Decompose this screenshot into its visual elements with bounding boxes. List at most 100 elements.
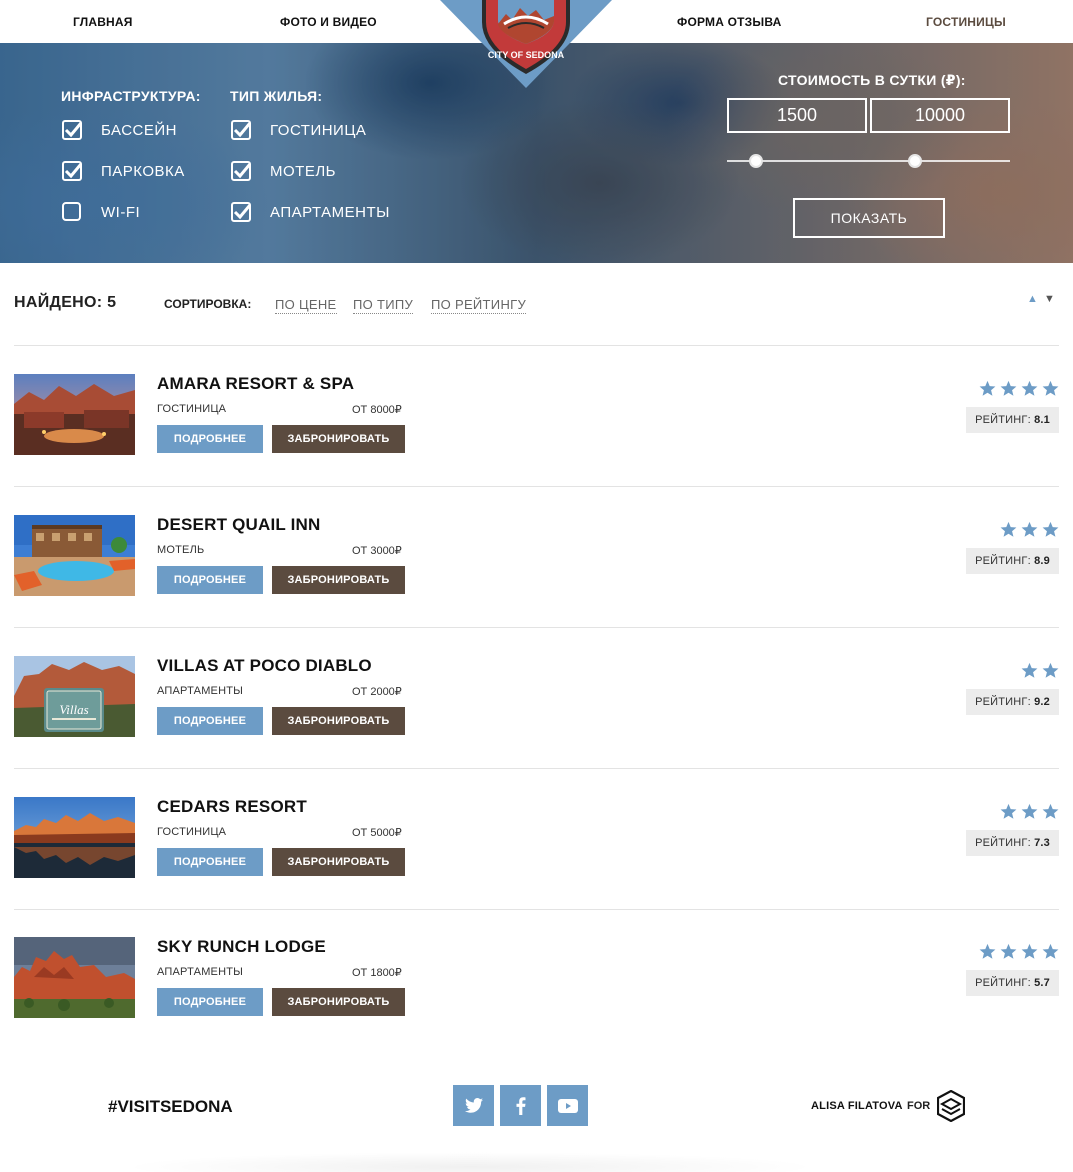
show-button[interactable]: ПОКАЗАТЬ xyxy=(793,198,945,238)
price-range-slider[interactable] xyxy=(727,160,1010,162)
details-button[interactable]: ПОДРОБНЕЕ xyxy=(157,988,263,1016)
divider xyxy=(14,627,1059,628)
nav-hotels-link[interactable]: ГОСТИНИЦЫ xyxy=(926,15,1006,29)
star-icon xyxy=(1042,521,1059,537)
sort-descending-icon[interactable]: ▼ xyxy=(1044,293,1055,305)
hotel-price: ОТ 3000₽ xyxy=(352,545,402,557)
filter-wifi-option[interactable]: WI-FI xyxy=(62,202,140,222)
twitter-icon xyxy=(464,1098,483,1113)
hotel-type: АПАРТАМЕНТЫ xyxy=(157,685,244,697)
star-rating xyxy=(1000,521,1059,538)
filter-pool-label: БАССЕЙН xyxy=(101,121,177,139)
hotel-name[interactable]: AMARA RESORT & SPA xyxy=(157,374,354,394)
book-button[interactable]: ЗАБРОНИРОВАТЬ xyxy=(272,707,405,735)
hotel-row: SKY RUNCH LODGE АПАРТАМЕНТЫ ОТ 1800₽ ПОД… xyxy=(14,937,1059,1019)
star-rating xyxy=(1000,803,1059,820)
facebook-icon xyxy=(516,1096,525,1115)
star-icon xyxy=(979,943,996,959)
filter-wifi-label: WI-FI xyxy=(101,203,141,221)
star-icon xyxy=(1000,521,1017,537)
divider xyxy=(14,486,1059,487)
star-icon xyxy=(1042,380,1059,396)
star-icon xyxy=(1042,943,1059,959)
hotel-row: CEDARS RESORT ГОСТИНИЦА ОТ 5000₽ ПОДРОБН… xyxy=(14,797,1059,879)
hotel-photo[interactable]: Villas xyxy=(14,656,135,737)
hotel-photo[interactable] xyxy=(14,797,135,878)
rating-label: РЕЙТИНГ: xyxy=(975,977,1031,989)
hotel-type: МОТЕЛЬ xyxy=(157,544,205,556)
hotel-row: DESERT QUAIL INN МОТЕЛЬ ОТ 3000₽ ПОДРОБН… xyxy=(14,515,1059,597)
rating-label: РЕЙТИНГ: xyxy=(975,555,1031,567)
nav-feedback-link[interactable]: ФОРМА ОТЗЫВА xyxy=(677,15,781,29)
sort-by-type-link[interactable]: ПО ТИПУ xyxy=(353,297,414,314)
rating-badge: РЕЙТИНГ: 9.2 xyxy=(966,689,1059,715)
rating-label: РЕЙТИНГ: xyxy=(975,696,1031,708)
hotel-name[interactable]: VILLAS AT POCO DIABLO xyxy=(157,656,372,676)
logo-text: CITY OF SEDONA xyxy=(488,50,565,60)
author-for-label: FOR xyxy=(907,1100,931,1112)
details-button[interactable]: ПОДРОБНЕЕ xyxy=(157,566,263,594)
sort-by-price-link[interactable]: ПО ЦЕНЕ xyxy=(275,297,337,314)
twitter-button[interactable] xyxy=(453,1085,494,1126)
star-icon xyxy=(979,380,996,396)
filter-apartments-option[interactable]: АПАРТАМЕНТЫ xyxy=(231,202,390,222)
hotel-name[interactable]: SKY RUNCH LODGE xyxy=(157,937,326,957)
book-button[interactable]: ЗАБРОНИРОВАТЬ xyxy=(272,988,405,1016)
rating-label: РЕЙТИНГ: xyxy=(975,414,1031,426)
hotel-price: ОТ 2000₽ xyxy=(352,686,402,698)
rating-label: РЕЙТИНГ: xyxy=(975,837,1031,849)
star-icon xyxy=(1042,662,1059,678)
checkbox-unchecked-icon[interactable] xyxy=(62,202,82,222)
star-icon xyxy=(1000,380,1017,396)
checkbox-checked-icon[interactable] xyxy=(62,161,82,181)
hotel-photo[interactable] xyxy=(14,374,135,455)
details-button[interactable]: ПОДРОБНЕЕ xyxy=(157,707,263,735)
details-button[interactable]: ПОДРОБНЕЕ xyxy=(157,425,263,453)
facebook-button[interactable] xyxy=(500,1085,541,1126)
hotel-type: АПАРТАМЕНТЫ xyxy=(157,966,244,978)
checkbox-checked-icon[interactable] xyxy=(62,120,82,140)
price-min-input[interactable] xyxy=(727,98,867,133)
price-max-handle[interactable] xyxy=(908,154,922,168)
rating-value: 8.9 xyxy=(1034,555,1050,567)
divider xyxy=(14,345,1059,346)
filter-parking-label: ПАРКОВКА xyxy=(101,162,185,180)
hotel-price: ОТ 1800₽ xyxy=(352,967,402,979)
hotel-photo[interactable] xyxy=(14,937,135,1018)
book-button[interactable]: ЗАБРОНИРОВАТЬ xyxy=(272,566,405,594)
filter-hotel-label: ГОСТИНИЦА xyxy=(270,121,367,139)
hotel-name[interactable]: DESERT QUAIL INN xyxy=(157,515,320,535)
star-icon xyxy=(1021,380,1038,396)
housing-type-title: ТИП ЖИЛЬЯ: xyxy=(230,88,323,104)
hotel-row: AMARA RESORT & SPA ГОСТИНИЦА ОТ 8000₽ ПО… xyxy=(14,374,1059,456)
book-button[interactable]: ЗАБРОНИРОВАТЬ xyxy=(272,848,405,876)
author-brand-icon[interactable] xyxy=(936,1089,966,1127)
star-icon xyxy=(1000,803,1017,819)
nav-photo-video-link[interactable]: ФОТО И ВИДЕО xyxy=(280,15,377,29)
city-of-sedona-logo[interactable]: CITY OF SEDONA xyxy=(440,0,612,90)
book-button[interactable]: ЗАБРОНИРОВАТЬ xyxy=(272,425,405,453)
star-icon xyxy=(1000,943,1017,959)
rating-badge: РЕЙТИНГ: 8.9 xyxy=(966,548,1059,574)
price-min-handle[interactable] xyxy=(749,154,763,168)
checkbox-checked-icon[interactable] xyxy=(231,120,251,140)
star-icon xyxy=(1021,521,1038,537)
details-button[interactable]: ПОДРОБНЕЕ xyxy=(157,848,263,876)
hotel-name[interactable]: CEDARS RESORT xyxy=(157,797,307,817)
checkbox-checked-icon[interactable] xyxy=(231,202,251,222)
sort-by-rating-link[interactable]: ПО РЕЙТИНГУ xyxy=(431,297,527,314)
hotel-photo[interactable] xyxy=(14,515,135,596)
price-max-input[interactable] xyxy=(870,98,1010,133)
youtube-button[interactable] xyxy=(547,1085,588,1126)
sort-ascending-icon[interactable]: ▲ xyxy=(1027,293,1038,305)
filter-hotel-option[interactable]: ГОСТИНИЦА xyxy=(231,120,366,140)
filter-motel-option[interactable]: МОТЕЛЬ xyxy=(231,161,336,181)
filter-pool-option[interactable]: БАССЕЙН xyxy=(62,120,177,140)
filter-parking-option[interactable]: ПАРКОВКА xyxy=(62,161,185,181)
nav-home-link[interactable]: ГЛАВНАЯ xyxy=(73,15,133,29)
checkbox-checked-icon[interactable] xyxy=(231,161,251,181)
rating-value: 8.1 xyxy=(1034,414,1050,426)
filter-apartments-label: АПАРТАМЕНТЫ xyxy=(270,203,390,221)
results-count: НАЙДЕНО: 5 xyxy=(14,294,117,311)
infrastructure-title: ИНФРАСТРУКТУРА: xyxy=(61,88,201,104)
